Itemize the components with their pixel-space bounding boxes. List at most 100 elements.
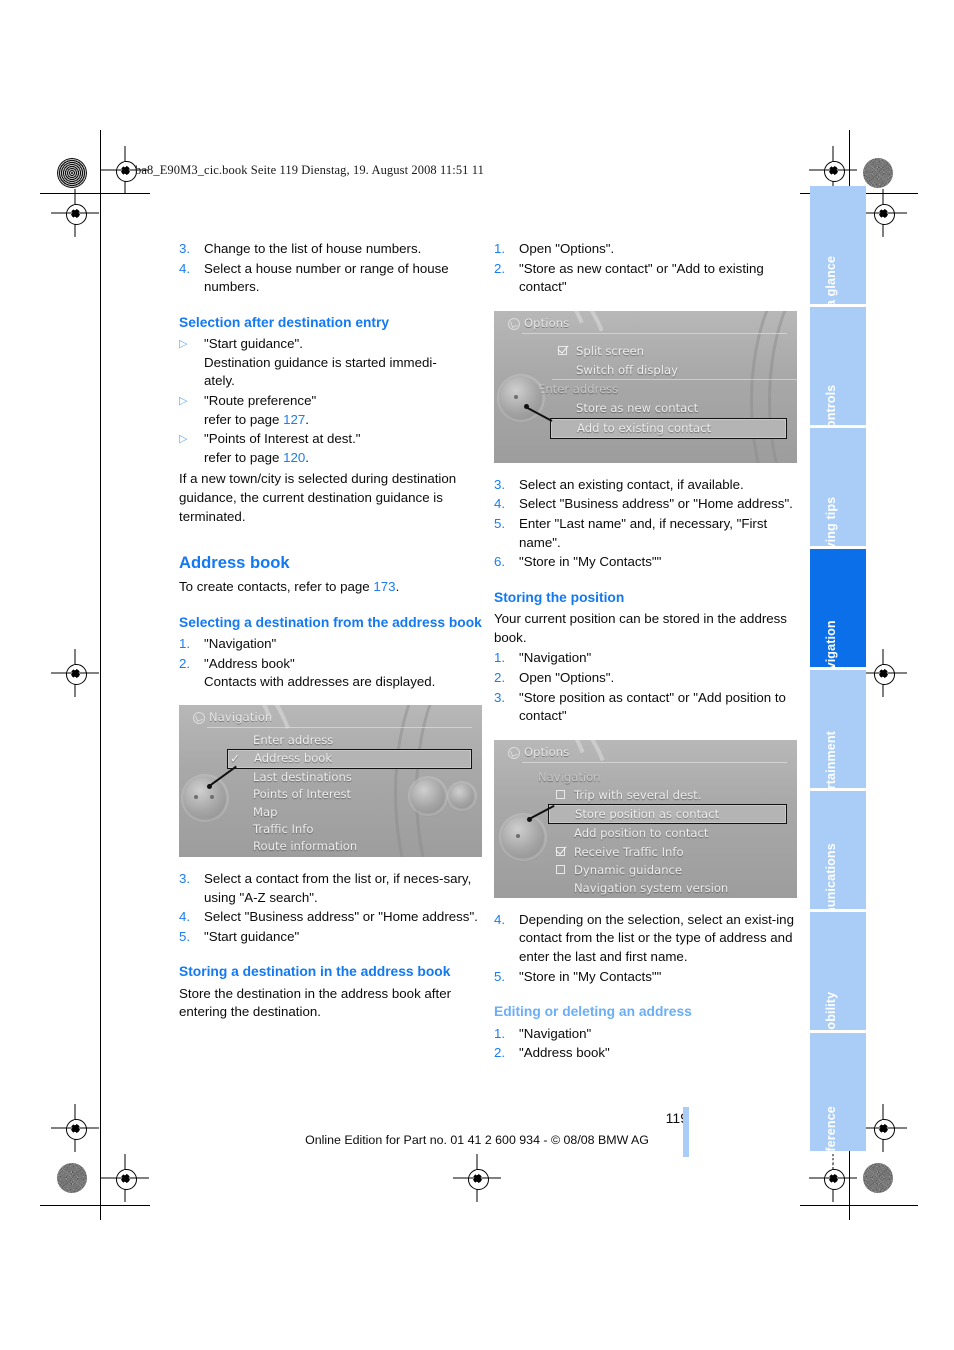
checkbox-checked-icon bbox=[558, 346, 567, 356]
menu-item-split-screen[interactable]: Split screen bbox=[556, 342, 787, 361]
list-item: 4. Select "Business address" or "Home ad… bbox=[179, 908, 482, 927]
menu-item-label: Receive Traffic Info bbox=[574, 844, 684, 859]
menu-item-store-position-as-contact[interactable]: Store position as contact bbox=[548, 804, 787, 825]
step-marker: 2. bbox=[494, 669, 506, 685]
title-divider bbox=[207, 726, 472, 728]
address-book-intro: To create contacts, refer to page 173. bbox=[179, 578, 482, 597]
step-marker: 1. bbox=[179, 636, 191, 652]
menu-group-header-enter-address: Enter address bbox=[538, 380, 787, 399]
left-column: 3. Change to the list of house numbers. … bbox=[179, 240, 482, 1022]
bullet-line-2: refer to page bbox=[204, 449, 284, 465]
bullet-line-3: ately. bbox=[204, 373, 235, 389]
step-text: "Address book" bbox=[204, 655, 295, 671]
idrive-options-menu-screenshot-1: Options Split screen Switch off display … bbox=[494, 310, 797, 463]
book-header-line: ba8_E90M3_cic.book Seite 119 Dienstag, 1… bbox=[135, 163, 484, 177]
list-item: 2. "Address book" Contacts with addresse… bbox=[179, 655, 482, 692]
menu-item-trip-with-several-dest[interactable]: Trip with several dest. bbox=[554, 786, 787, 804]
step-text: Select an existing contact, if available… bbox=[519, 476, 744, 492]
list-item: 3. Select an existing contact, if availa… bbox=[494, 476, 797, 495]
bullet-line-1: "Start guidance". bbox=[204, 336, 303, 352]
checkbox-empty-icon bbox=[556, 864, 565, 874]
step-marker: 2. bbox=[494, 1045, 506, 1061]
step-marker: 3. bbox=[179, 870, 191, 886]
step-marker: 2. bbox=[494, 260, 506, 276]
checkbox-empty-icon bbox=[556, 790, 565, 800]
menu-item-label: Navigation bbox=[538, 769, 601, 784]
tab-at-a-glance[interactable]: At a glance bbox=[810, 186, 866, 324]
page-left-rule bbox=[100, 150, 102, 1210]
step-text-2: Contacts with addresses are displayed. bbox=[204, 674, 436, 690]
tab-driving-tips[interactable]: Driving tips bbox=[810, 428, 866, 567]
page-reference[interactable]: 127 bbox=[283, 412, 305, 427]
list-item: 3. Select a contact from the list or, if… bbox=[179, 870, 482, 907]
tab-mobility[interactable]: Mobility bbox=[810, 912, 866, 1040]
idrive-menu-button bbox=[411, 778, 445, 813]
step-text: "Navigation" bbox=[519, 650, 592, 666]
idrive-option-button bbox=[450, 783, 474, 808]
menu-item-switch-off-display[interactable]: Switch off display bbox=[552, 361, 797, 380]
page-reference[interactable]: 120 bbox=[283, 450, 305, 465]
list-item: 4. Select "Business address" or "Home ad… bbox=[494, 495, 797, 514]
step-marker: 5. bbox=[494, 515, 506, 531]
registration-target-top-right bbox=[818, 155, 848, 185]
knob-dot bbox=[516, 833, 520, 838]
list-item: 4. Select a house number or range of hou… bbox=[179, 260, 482, 297]
step-marker: 3. bbox=[179, 241, 191, 256]
list-item: 2. "Store as new contact" or "Add to exi… bbox=[494, 260, 797, 297]
step-marker: 3. bbox=[494, 689, 506, 705]
registration-target-right-middle bbox=[868, 658, 898, 688]
menu-item-dynamic-guidance[interactable]: Dynamic guidance bbox=[554, 861, 787, 879]
tab-entertainment[interactable]: Entertainment bbox=[810, 670, 866, 817]
callout-leader-dot bbox=[207, 783, 212, 789]
registration-target-left-middle bbox=[60, 658, 90, 688]
menu-item-label: Trip with several dest. bbox=[574, 787, 702, 802]
menu-item-label: Add position to contact bbox=[574, 826, 709, 841]
bullet-line-1: "Points of Interest at dest." bbox=[204, 431, 361, 447]
menu-item-enter-address[interactable]: Enter address bbox=[233, 732, 472, 749]
heading-selection-after-destination-entry: Selection after destination entry bbox=[179, 314, 390, 330]
menu-item-add-position-to-contact[interactable]: Add position to contact bbox=[554, 824, 787, 842]
menu-item-address-book[interactable]: ✓ Address book bbox=[227, 749, 472, 769]
storing-destination-text: Store the destination in the address boo… bbox=[179, 985, 452, 1020]
bullet-line-2-end: . bbox=[305, 411, 309, 427]
menu-item-navigation-system-version[interactable]: Navigation system version bbox=[554, 879, 787, 897]
list-item: 6. "Store in "My Contacts"" bbox=[494, 553, 797, 572]
note-paragraph: If a new town/city is selected during de… bbox=[179, 471, 457, 524]
step-marker: 5. bbox=[179, 928, 191, 944]
tab-navigation[interactable]: Navigation bbox=[810, 549, 866, 686]
callout-leader-dot bbox=[524, 403, 529, 409]
list-item: 2. Open "Options". bbox=[494, 669, 797, 688]
list-item: 1. "Navigation" bbox=[179, 635, 482, 654]
menu-item-traffic-info[interactable]: Traffic Info bbox=[233, 821, 472, 838]
triangle-bullet-icon: ▷ bbox=[179, 433, 188, 446]
registration-target-left-upper bbox=[60, 198, 90, 228]
menu-item-add-to-existing-contact[interactable]: Add to existing contact bbox=[550, 417, 787, 439]
intro-post: . bbox=[395, 579, 400, 595]
list-item: 5. "Start guidance" bbox=[179, 928, 482, 947]
idrive-navigation-menu-screenshot: Navigation Enter address ✓ Address book … bbox=[179, 704, 482, 857]
tab-communications[interactable]: Communications bbox=[810, 791, 866, 947]
list-item: 5. Enter "Last name" and, if necessary, … bbox=[494, 515, 797, 552]
right-column: 1. Open "Options". 2. "Store as new cont… bbox=[494, 240, 797, 1064]
intro-pre: To create contacts, refer to page bbox=[179, 579, 374, 595]
tab-controls[interactable]: Controls bbox=[810, 307, 866, 437]
menu-item-label: Address book bbox=[254, 751, 333, 766]
footer-accent-bar bbox=[683, 1107, 689, 1157]
step-marker: 6. bbox=[494, 554, 506, 570]
step-marker: 4. bbox=[179, 909, 191, 925]
menu-item-receive-traffic-info[interactable]: Receive Traffic Info bbox=[554, 843, 787, 861]
menu-item-label: Last destinations bbox=[253, 769, 352, 784]
crop-line-bottom-right-h bbox=[800, 1205, 918, 1207]
footer-copyright: Online Edition for Part no. 01 41 2 600 … bbox=[305, 1133, 649, 1147]
list-item: 3. "Store position as contact" or "Add p… bbox=[494, 689, 797, 726]
crop-line-bottom-right-v bbox=[849, 1150, 851, 1220]
knob-dot bbox=[514, 394, 518, 399]
menu-item-route-information[interactable]: Route information bbox=[233, 838, 472, 855]
menu-item-label: Points of Interest bbox=[253, 787, 352, 802]
step-text: Select "Business address" or "Home addre… bbox=[519, 496, 793, 512]
page-reference[interactable]: 173 bbox=[373, 579, 395, 594]
step-marker: 4. bbox=[179, 260, 191, 276]
idrive-controller-knob bbox=[502, 815, 544, 858]
menu-item-store-as-new-contact[interactable]: Store as new contact bbox=[556, 399, 787, 418]
bullet-line-1: "Route preference" bbox=[204, 392, 317, 408]
